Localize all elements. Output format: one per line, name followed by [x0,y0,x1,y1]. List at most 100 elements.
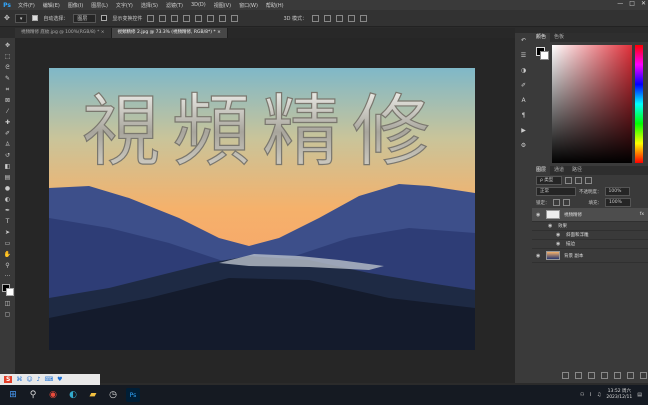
file-explorer-icon[interactable]: ▰ [86,388,100,402]
ime-skin-icon[interactable]: ♥ [57,376,62,383]
properties-panel-icon[interactable]: ☰ [520,52,528,59]
quick-select-tool-icon[interactable]: ✎ [4,75,12,82]
visibility-eye-icon[interactable]: ◉ [536,253,542,259]
crop-tool-icon[interactable]: ⌗ [4,86,12,93]
layer-effects-row[interactable]: ◉ 效果 [532,222,648,231]
ime-keyboard-icon[interactable]: ⌨ [44,376,53,383]
minimize-button[interactable]: — [617,0,623,7]
layer-name[interactable]: 視頻精修 [564,212,582,218]
tab-layers[interactable]: 图层 [532,166,551,175]
color-picker[interactable] [552,45,632,163]
dodge-tool-icon[interactable]: ◐ [4,196,12,203]
move-tool-icon[interactable]: ✥ [4,14,10,22]
adjustment-icon[interactable] [601,372,608,379]
maximize-button[interactable]: □ [629,0,635,7]
more-tools-icon[interactable]: ··· [4,273,12,280]
brush-tool-icon[interactable]: ✐ [4,130,12,137]
layer-effect-bevel[interactable]: ◉ 斜面和浮雕 [532,231,648,240]
clone-stamp-icon[interactable]: ♙ [4,141,12,148]
tab-paths[interactable]: 路径 [568,166,586,175]
tab-channels[interactable]: 通道 [550,166,568,175]
type-tool-icon[interactable]: T [4,218,12,225]
layer-row-background[interactable]: ◉ 背景 副本 [532,249,648,263]
healing-brush-icon[interactable]: ✚ [4,119,12,126]
menu-filter[interactable]: 滤镜(T) [162,2,187,9]
history-panel-icon[interactable]: ↶ [520,37,528,44]
visibility-eye-icon[interactable]: ◉ [536,212,542,218]
show-transform-checkbox[interactable] [101,15,108,21]
new-layer-icon[interactable] [627,372,634,379]
scale-3d-icon[interactable] [360,14,368,22]
align-middle-icon[interactable] [195,14,203,22]
menu-file[interactable]: 文件(F) [14,2,39,9]
tab-document-1[interactable]: 視頻精修 底紋.jpg @ 100%(RGB/8) * × [15,28,112,38]
fx-icon[interactable] [575,372,582,379]
canvas-image[interactable]: 視頻精修 [49,68,475,350]
search-icon[interactable]: ⚲ [26,388,40,402]
pen-tool-icon[interactable]: ✒ [4,207,12,214]
menu-layer[interactable]: 图层(L) [87,2,112,9]
align-top-icon[interactable] [183,14,191,22]
screen-mode-icon[interactable]: ▢ [4,311,12,318]
gradient-tool-icon[interactable]: ▤ [4,174,12,181]
tab-color[interactable]: 颜色 [532,33,551,42]
bg-color-chip[interactable] [540,51,549,60]
windows-start-icon[interactable]: ⊞ [6,388,20,402]
adjustments-panel-icon[interactable]: ◑ [520,67,528,74]
rotate-3d-icon[interactable] [312,14,320,22]
hue-slider[interactable] [635,45,643,163]
menu-select[interactable]: 选择(S) [137,2,162,9]
lasso-tool-icon[interactable]: ᘓ [4,64,12,71]
auto-select-dropdown[interactable]: 图层 [73,13,97,23]
filter-pixel-icon[interactable] [565,177,573,184]
group-icon[interactable] [614,372,621,379]
fill-input[interactable]: 100% [605,198,631,207]
blend-mode-dropdown[interactable]: 正常 [536,187,576,196]
tab-document-2[interactable]: 視頻精修 2.jpg @ 73.3% (視頻精修, RGB/8*) * × [111,28,228,38]
distribute-icon[interactable] [219,14,227,22]
filter-type-icon[interactable] [585,177,593,184]
menu-edit[interactable]: 编辑(E) [39,2,64,9]
ime-mic-icon[interactable]: ♪ [37,376,41,383]
delete-layer-icon[interactable] [640,372,647,379]
volume-icon[interactable]: ♫ [597,392,601,398]
tool-preset-dropdown[interactable]: ▾ [14,13,28,23]
visibility-eye-icon[interactable]: ◉ [556,241,562,247]
visibility-eye-icon[interactable]: ◉ [556,232,562,238]
drag-3d-icon[interactable] [336,14,344,22]
menu-window[interactable]: 窗口(W) [235,2,262,9]
path-select-icon[interactable]: ➤ [4,229,12,236]
align-left-icon[interactable] [147,14,155,22]
hand-tool-icon[interactable]: ✋ [4,251,12,258]
fx-badge[interactable]: fx [640,212,644,217]
ime-logo[interactable]: S [4,376,13,383]
layer-effect-stroke[interactable]: ◉ 描边 [532,240,648,249]
libraries-panel-icon[interactable]: ⚙ [520,142,528,149]
character-panel-icon[interactable]: A [520,97,528,104]
ime-emoji-icon[interactable]: ☺ [26,376,32,383]
history-brush-icon[interactable]: ↺ [4,152,12,159]
align-center-icon[interactable] [159,14,167,22]
opacity-input[interactable]: 100% [604,187,631,196]
filter-adjust-icon[interactable] [575,177,583,184]
layer-filter-dropdown[interactable]: ρ 类型 [536,176,563,185]
align-bottom-icon[interactable] [207,14,215,22]
color-swatches[interactable] [1,284,14,296]
slide-3d-icon[interactable] [348,14,356,22]
menu-3d[interactable]: 3D(D) [187,2,210,8]
layer-row-text[interactable]: ◉ 視頻精修 fx [532,208,648,222]
menu-image[interactable]: 图像(I) [64,2,87,9]
notification-icon[interactable]: ▤ [637,392,642,398]
visibility-eye-icon[interactable]: ◉ [548,223,554,229]
lock-pixels-icon[interactable] [552,199,560,206]
ime-punct-icon[interactable]: ⌘ [16,376,22,383]
chrome-icon[interactable]: ◉ [46,388,60,402]
shape-tool-icon[interactable]: ▭ [4,240,12,247]
auto-select-checkbox[interactable] [32,15,39,21]
frame-tool-icon[interactable]: ⊠ [4,97,12,104]
brush-panel-icon[interactable]: ✐ [520,82,528,89]
distribute-h-icon[interactable] [231,14,239,22]
tab-swatches[interactable]: 色板 [550,33,568,42]
media-player-icon[interactable]: ◷ [106,388,120,402]
paragraph-panel-icon[interactable]: ¶ [520,112,528,119]
